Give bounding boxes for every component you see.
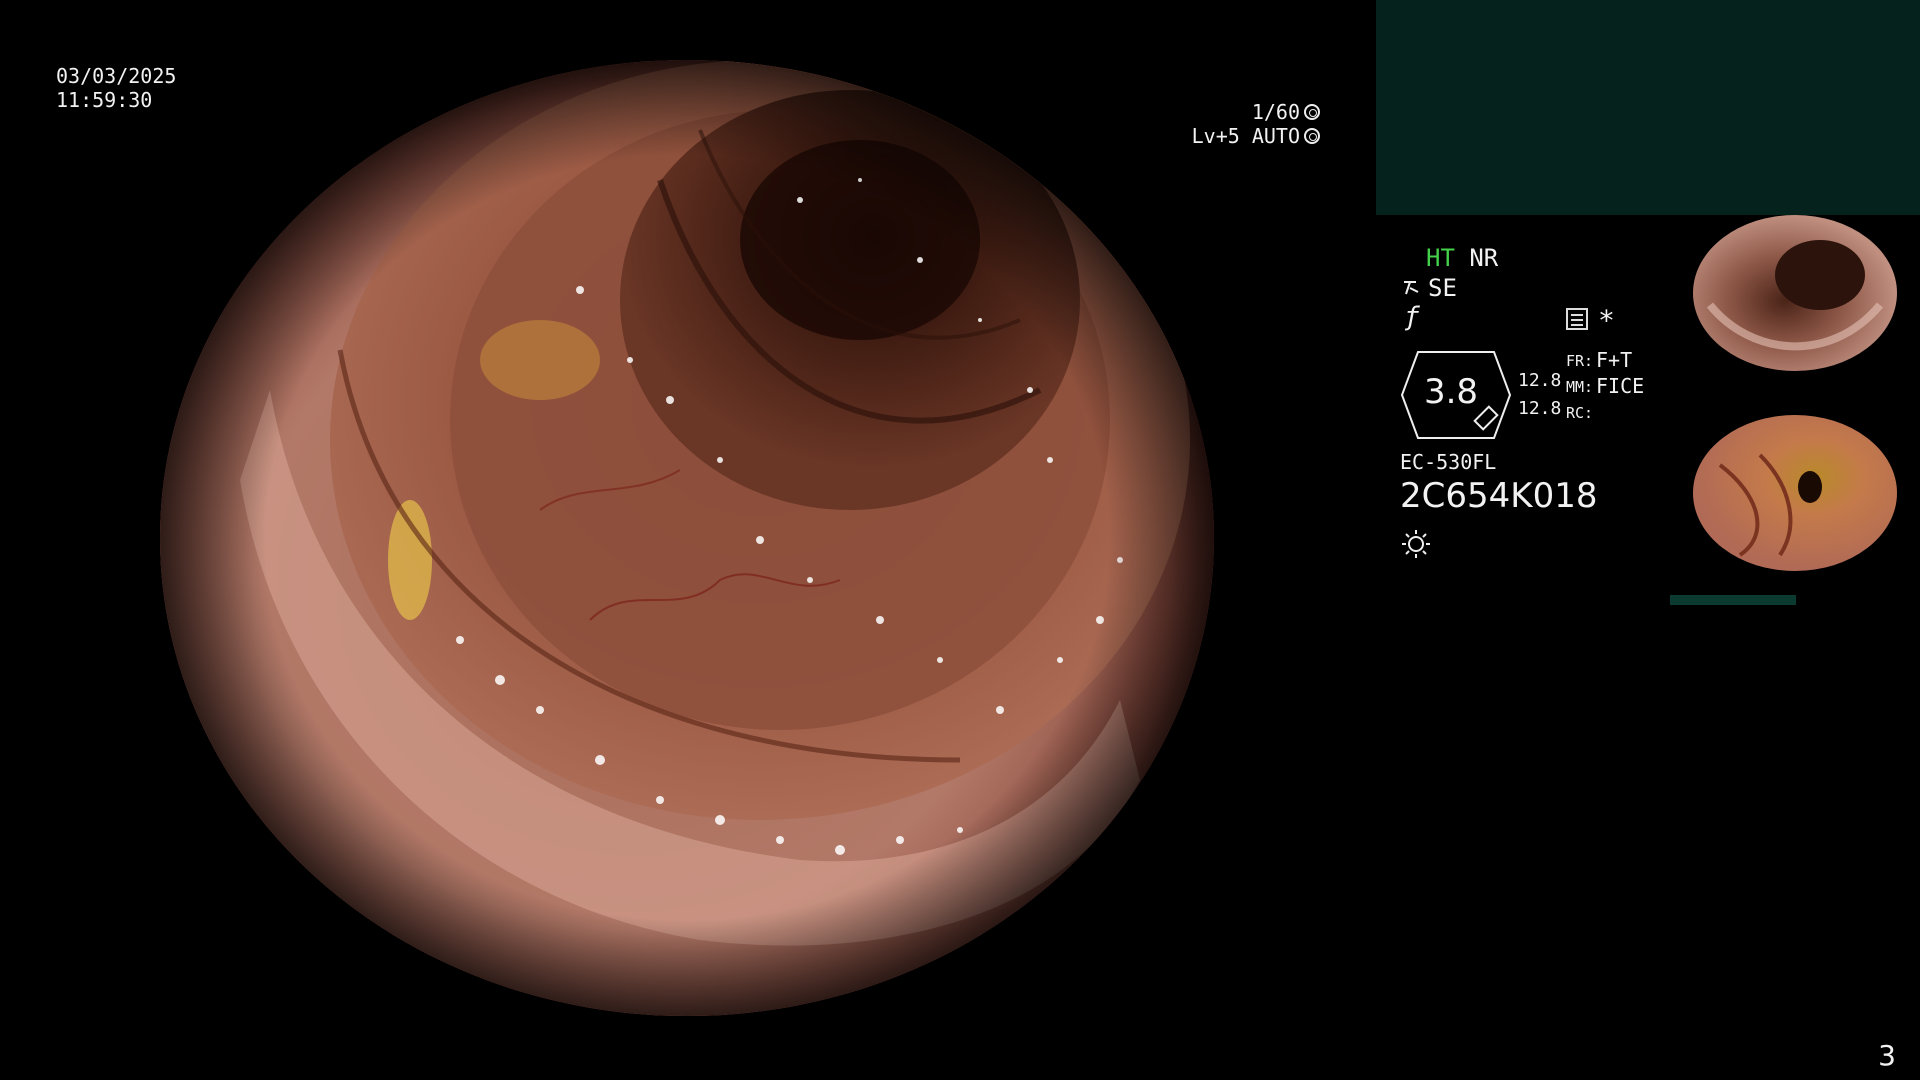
zoom-value: 3.8 <box>1423 372 1479 412</box>
datetime-overlay: 03/03/2025 11:59:30 <box>56 64 176 112</box>
light-icon <box>1400 528 1432 560</box>
thumbnail-image-1 <box>1670 215 1910 405</box>
shutter-icon <box>1304 104 1320 120</box>
fr-label: FR: <box>1566 352 1594 370</box>
thumbnail-bar-2 <box>1670 595 1796 605</box>
se-line: SE <box>1402 274 1457 302</box>
se-indicator: SE <box>1428 274 1457 302</box>
nr-indicator: NR <box>1469 244 1499 272</box>
mode-line: HT NR <box>1426 244 1498 272</box>
captured-thumbnail-2[interactable] <box>1670 415 1910 605</box>
mm-label: MM: <box>1566 378 1594 396</box>
thumbnail-image-2 <box>1670 415 1910 605</box>
asterisk-indicator: * <box>1598 304 1615 337</box>
auto-iris-icon <box>1304 128 1320 144</box>
secondary-display-area <box>1376 0 1920 215</box>
scope-model: EC-530FL <box>1400 450 1497 474</box>
report-icon <box>1566 308 1588 330</box>
shutter-row: 1/60 <box>1192 100 1320 124</box>
captured-thumbnail-1[interactable] <box>1670 215 1910 405</box>
fr-value: F+T <box>1596 348 1633 372</box>
colon-lumen-image <box>160 60 1214 1016</box>
date-text: 03/03/2025 <box>56 64 177 88</box>
ht-indicator: HT <box>1426 244 1455 272</box>
rc-label: RC: <box>1566 404 1594 422</box>
mm-value: FICE <box>1596 374 1645 398</box>
endoscope-main-view <box>160 60 1214 1016</box>
level-text: Lv+5 AUTO <box>1191 124 1300 148</box>
f-icon: ƒ <box>1404 302 1420 332</box>
level-row: Lv+5 AUTO <box>1192 124 1320 148</box>
se-icon <box>1404 281 1419 295</box>
shutter-text: 1/60 <box>1251 100 1300 124</box>
time-text: 11:59:30 <box>56 88 153 112</box>
page-number: 3 <box>1878 1039 1896 1072</box>
processor-info-panel: HT NR SE ƒ * 3.8 12.8 12.8 FR: F+T MM: F… <box>1380 230 1680 580</box>
scope-serial: 2C654K018 <box>1400 476 1598 516</box>
value-1: 12.8 <box>1518 370 1562 391</box>
value-2: 12.8 <box>1518 398 1562 419</box>
exposure-overlay: 1/60 Lv+5 AUTO <box>1192 100 1320 148</box>
